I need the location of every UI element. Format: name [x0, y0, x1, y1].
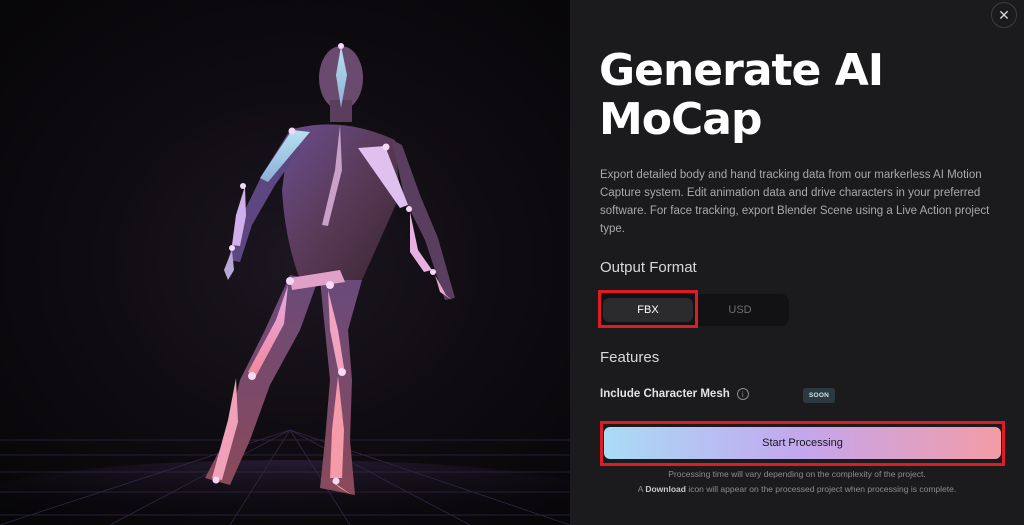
page-title: Generate AI MoCap — [599, 46, 919, 144]
download-note-suffix: icon will appear on the processed projec… — [685, 484, 957, 494]
floor-grid — [0, 429, 570, 525]
start-processing-button[interactable]: Start Processing — [604, 427, 1001, 459]
page-title-line2: MoCap — [599, 94, 762, 145]
format-option-fbx[interactable]: FBX — [603, 298, 693, 322]
format-option-usd[interactable]: USD — [695, 298, 785, 322]
output-format-label: Output Format — [600, 259, 697, 276]
features-label: Features — [600, 349, 660, 366]
close-icon: ✕ — [998, 6, 1010, 23]
mocap-figure-illustration — [0, 43, 570, 525]
body-silhouette — [205, 46, 455, 495]
mocap-preview-panel — [0, 0, 570, 525]
download-note: A Download icon will appear on the proce… — [570, 484, 1024, 494]
soon-badge: SOON — [803, 388, 835, 403]
generate-mocap-panel: ✕ Generate AI MoCap Export detailed body… — [570, 0, 1024, 525]
feature-include-character-mesh: Include Character Mesh i — [600, 388, 749, 400]
close-button[interactable]: ✕ — [991, 2, 1017, 28]
feature-name: Include Character Mesh — [600, 388, 730, 400]
description-text: Export detailed body and hand tracking d… — [600, 169, 990, 235]
page-title-line1: Generate AI — [599, 45, 884, 96]
processing-time-note: Processing time will vary depending on t… — [668, 469, 926, 479]
info-icon[interactable]: i — [736, 388, 749, 400]
output-format-toggle: FBX USD — [599, 294, 789, 326]
download-note-bold: Download — [645, 484, 686, 494]
